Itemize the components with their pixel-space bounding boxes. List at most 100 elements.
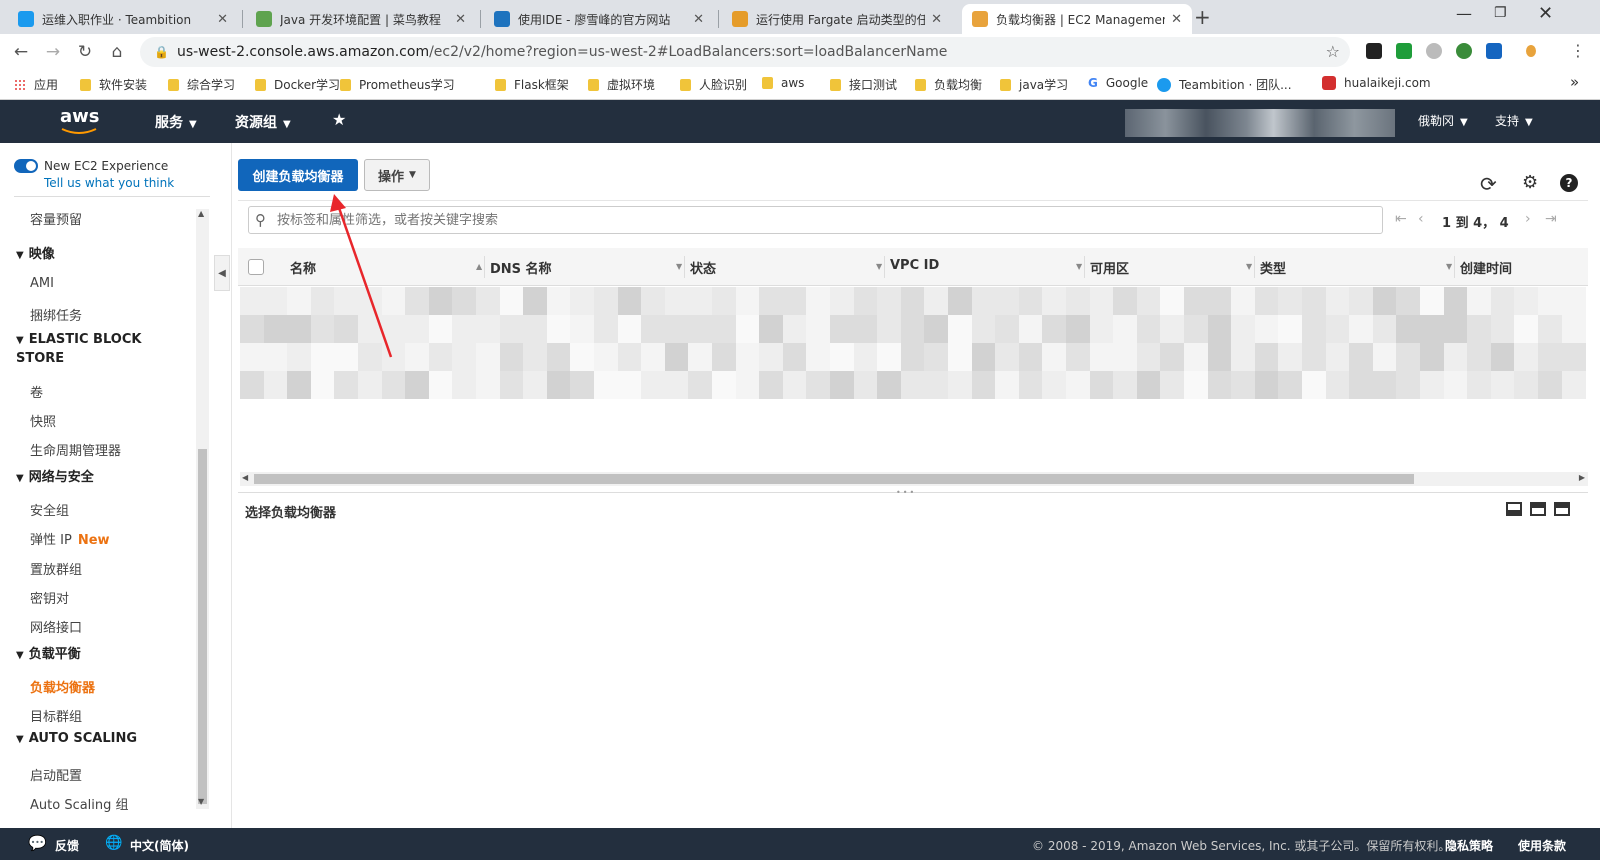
- address-bar[interactable]: 🔒 us-west-2.console.aws.amazon.com /ec2/…: [140, 37, 1350, 67]
- column-header[interactable]: 创建时间: [1460, 258, 1512, 277]
- bookmark-item[interactable]: hualaikeji.com: [1322, 76, 1431, 90]
- region-menu[interactable]: 俄勒冈 ▼: [1418, 112, 1468, 129]
- forward-arrow-icon[interactable]: →: [42, 42, 64, 62]
- bookmark-item[interactable]: 软件安装: [80, 76, 147, 93]
- sidebar-item[interactable]: 网络接口: [30, 617, 82, 636]
- table-horizontal-scrollbar[interactable]: ◀ ▶: [240, 472, 1588, 486]
- aws-logo[interactable]: aws: [60, 106, 100, 136]
- close-tab-icon[interactable]: ✕: [931, 12, 942, 27]
- sidebar-item[interactable]: 快照: [30, 411, 56, 430]
- terms-link[interactable]: 使用条款: [1518, 837, 1566, 854]
- bookmark-item[interactable]: G Google: [1088, 76, 1148, 90]
- sidebar-item[interactable]: 捆绑任务: [30, 305, 82, 324]
- bookmark-item[interactable]: Flask框架: [495, 76, 569, 93]
- menu-kebab-icon[interactable]: ⋮: [1570, 41, 1586, 60]
- bookmark-item[interactable]: aws: [762, 76, 804, 90]
- sidebar-item[interactable]: 密钥对: [30, 588, 69, 607]
- help-icon[interactable]: ?: [1560, 174, 1578, 192]
- close-tab-icon[interactable]: ✕: [1171, 12, 1182, 27]
- new-tab-button[interactable]: +: [1194, 5, 1211, 29]
- bookmark-item[interactable]: 应用: [14, 76, 58, 93]
- column-header[interactable]: DNS 名称: [490, 258, 552, 277]
- bookmark-item[interactable]: 虚拟环境: [588, 76, 655, 93]
- browser-tab[interactable]: 运维入职作业 · Teambition ✕: [8, 4, 238, 34]
- close-tab-icon[interactable]: ✕: [693, 12, 704, 27]
- bookmark-item[interactable]: Prometheus学习: [340, 76, 455, 93]
- create-load-balancer-button[interactable]: 创建负载均衡器: [238, 159, 358, 191]
- bookmark-item[interactable]: 负载均衡: [915, 76, 982, 93]
- bookmark-item[interactable]: Docker学习: [255, 76, 340, 93]
- column-header[interactable]: 可用区: [1090, 258, 1129, 277]
- support-menu[interactable]: 支持 ▼: [1495, 112, 1533, 129]
- sort-asc-icon[interactable]: ▲: [476, 262, 482, 271]
- extension-globe-icon[interactable]: [1456, 43, 1472, 59]
- column-header[interactable]: VPC ID: [890, 258, 939, 273]
- sidebar-item[interactable]: 生命周期管理器: [30, 440, 121, 459]
- restore-icon[interactable]: ❐: [1494, 5, 1507, 21]
- browser-tab[interactable]: Java 开发环境配置 | 菜鸟教程 ✕: [246, 4, 476, 34]
- sort-menu-icon[interactable]: ▼: [676, 262, 682, 271]
- layout-top-icon[interactable]: [1554, 502, 1570, 516]
- sidebar-item[interactable]: 卷: [30, 382, 43, 401]
- extension-icon-5[interactable]: [1486, 43, 1502, 59]
- sidebar-item[interactable]: 负载均衡器: [30, 677, 95, 696]
- services-menu[interactable]: 服务 ▼: [155, 112, 197, 132]
- bookmark-item[interactable]: 人脸识别: [680, 76, 747, 93]
- sidebar-section-heading[interactable]: ▼ AUTO SCALING: [16, 731, 137, 746]
- extension-shield-icon[interactable]: [1396, 43, 1412, 59]
- feedback-link[interactable]: 反馈: [55, 837, 79, 854]
- sidebar-item[interactable]: 置放群组: [30, 559, 82, 578]
- column-header[interactable]: 状态: [690, 258, 716, 277]
- feedback-link[interactable]: Tell us what you think: [44, 176, 174, 190]
- browser-tab[interactable]: 负载均衡器 | EC2 Management ✕: [962, 4, 1192, 34]
- sort-menu-icon[interactable]: ▼: [1246, 262, 1252, 271]
- layout-split-icon[interactable]: [1530, 502, 1546, 516]
- sort-menu-icon[interactable]: ▼: [876, 262, 882, 271]
- new-experience-toggle[interactable]: [14, 159, 38, 173]
- browser-tab[interactable]: 使用IDE - 廖雪峰的官方网站 ✕: [484, 4, 714, 34]
- select-all-checkbox[interactable]: [248, 259, 264, 275]
- search-input[interactable]: [277, 210, 1367, 230]
- layout-bottom-icon[interactable]: [1506, 502, 1522, 516]
- bookmark-item[interactable]: 接口测试: [830, 76, 897, 93]
- sidebar-item-capacity-reservations[interactable]: 容量预留: [30, 209, 82, 228]
- home-icon[interactable]: ⌂: [106, 42, 128, 62]
- resource-groups-menu[interactable]: 资源组 ▼: [235, 112, 291, 132]
- bookmark-item[interactable]: 综合学习: [168, 76, 235, 93]
- sidebar-section-heading[interactable]: ▼ 网络与安全: [16, 466, 94, 485]
- language-selector[interactable]: 中文(简体): [130, 837, 189, 854]
- drag-handle-icon[interactable]: •••: [896, 488, 916, 497]
- close-tab-icon[interactable]: ✕: [455, 12, 466, 27]
- bookmark-item[interactable]: Teambition · 团队...: [1157, 76, 1292, 93]
- column-header[interactable]: 类型: [1260, 258, 1286, 277]
- sidebar-section-heading[interactable]: ▼ 负载平衡: [16, 643, 81, 662]
- sort-menu-icon[interactable]: ▼: [1076, 262, 1082, 271]
- gear-icon[interactable]: ⚙: [1522, 172, 1538, 193]
- sidebar-item[interactable]: 目标群组: [30, 706, 82, 725]
- first-page-icon[interactable]: ⇤: [1395, 211, 1407, 227]
- sidebar-item[interactable]: Auto Scaling 组: [30, 794, 129, 813]
- filter-search-box[interactable]: ⚲: [248, 206, 1383, 234]
- privacy-link[interactable]: 隐私策略: [1445, 837, 1493, 854]
- actions-dropdown-button[interactable]: 操作 ▼: [364, 159, 430, 191]
- prev-page-icon[interactable]: ‹: [1418, 211, 1424, 227]
- collapse-sidebar-button[interactable]: ◀: [214, 255, 230, 291]
- sidebar-item[interactable]: 安全组: [30, 500, 69, 519]
- close-tab-icon[interactable]: ✕: [217, 12, 228, 27]
- extension-icon-6[interactable]: [1526, 45, 1536, 57]
- sidebar-item[interactable]: AMI: [30, 276, 54, 291]
- refresh-icon[interactable]: ⟳: [1480, 172, 1497, 196]
- sort-menu-icon[interactable]: ▼: [1446, 262, 1452, 271]
- extension-icon-1[interactable]: [1366, 43, 1382, 59]
- browser-tab[interactable]: 运行使用 Fargate 启动类型的任务 ✕: [722, 4, 952, 34]
- pin-icon[interactable]: ★: [332, 110, 346, 129]
- reload-icon[interactable]: ↻: [74, 42, 96, 62]
- sidebar-item[interactable]: 启动配置: [30, 765, 82, 784]
- more-bookmarks-button[interactable]: »: [1570, 73, 1579, 91]
- back-arrow-icon[interactable]: ←: [10, 42, 32, 62]
- sidebar-section-heading[interactable]: ▼ 映像: [16, 243, 55, 262]
- sidebar-scrollbar[interactable]: ▲ ▼: [196, 209, 209, 809]
- bookmark-item[interactable]: java学习: [1000, 76, 1068, 93]
- close-window-icon[interactable]: ✕: [1538, 3, 1553, 24]
- next-page-icon[interactable]: ›: [1525, 211, 1531, 227]
